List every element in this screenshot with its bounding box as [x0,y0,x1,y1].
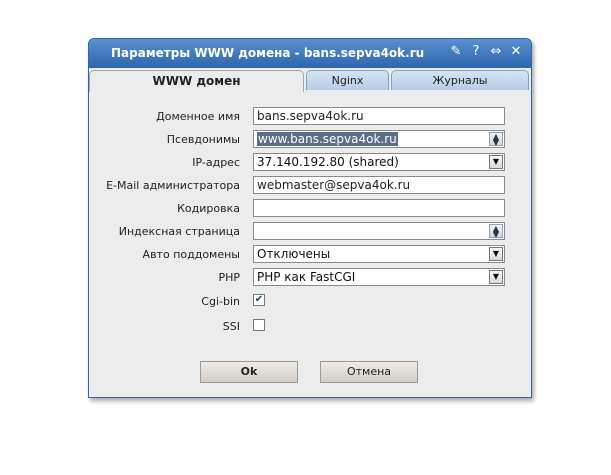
row-admin-email: E-Mail администратора webmaster@sepva4ok… [89,176,531,195]
row-domain-name: Доменное имя bans.sepva4ok.ru [89,107,531,126]
domain-settings-dialog: Параметры WWW домена - bans.sepva4ok.ru … [88,38,532,398]
ssi-checkbox[interactable] [253,319,265,331]
cgi-bin-label: Cgi-bin [201,295,240,308]
encoding-label: Кодировка [177,202,240,215]
row-encoding: Кодировка [89,199,531,218]
index-page-label: Индексная страница [118,225,240,238]
auto-subdomains-label: Авто поддомены [142,248,240,261]
pin-icon[interactable]: ✎ [449,44,463,60]
ok-button[interactable]: Ok [200,361,298,383]
help-icon[interactable]: ? [469,44,483,60]
resize-icon[interactable]: ⇔ [489,44,503,60]
encoding-input[interactable] [253,199,505,217]
php-label: PHP [218,271,240,284]
row-aliases: Псевдонимы www.bans.sepva4ok.ru ▲ ▼ [89,130,531,149]
row-index-page: Индексная страница ▲ ▼ [89,222,531,241]
ssi-label: SSI [222,320,240,333]
row-cgi-bin: Cgi-bin ✔ [89,292,531,311]
tab-bar: WWW домен Nginx Журналы [89,70,531,92]
row-ip-address: IP-адрес 37.140.192.80 (shared) ▼ [89,153,531,172]
titlebar[interactable]: Параметры WWW домена - bans.sepva4ok.ru … [89,39,531,68]
chevron-down-icon[interactable]: ▼ [489,247,503,261]
domain-name-input[interactable]: bans.sepva4ok.ru [253,107,505,125]
php-value: PHP как FastCGI [257,270,356,284]
tab-logs[interactable]: Журналы [391,70,529,90]
ip-address-value: 37.140.192.80 (shared) [257,155,399,169]
titlebar-icons: ✎ ? ⇔ ✕ [449,44,523,60]
aliases-value: www.bans.sepva4ok.ru [257,132,398,146]
chevron-down-icon[interactable]: ▼ [489,155,503,169]
admin-email-input[interactable]: webmaster@sepva4ok.ru [253,176,505,194]
auto-subdomains-select[interactable]: Отключены ▼ [253,245,505,263]
domain-name-label: Доменное имя [156,110,240,123]
row-php: PHP PHP как FastCGI ▼ [89,268,531,287]
admin-email-label: E-Mail администратора [106,179,240,192]
close-icon[interactable]: ✕ [509,44,523,60]
row-ssi: SSI [89,317,531,336]
cancel-button[interactable]: Отмена [320,361,418,383]
dialog-title: Параметры WWW домена - bans.sepva4ok.ru [111,46,425,60]
index-page-input[interactable]: ▲ ▼ [253,222,505,240]
aliases-label: Псевдонимы [166,133,240,146]
index-page-spin-icon[interactable]: ▲ ▼ [489,224,503,239]
tab-www-domain[interactable]: WWW домен [89,70,304,92]
php-select[interactable]: PHP как FastCGI ▼ [253,268,505,286]
tab-nginx[interactable]: Nginx [306,70,389,90]
ip-address-select[interactable]: 37.140.192.80 (shared) ▼ [253,153,505,171]
chevron-down-icon[interactable]: ▼ [489,270,503,284]
ip-address-label: IP-адрес [192,156,240,169]
cgi-bin-checkbox[interactable]: ✔ [253,294,265,306]
row-auto-subdomains: Авто поддомены Отключены ▼ [89,245,531,264]
auto-subdomains-value: Отключены [257,247,331,261]
aliases-input[interactable]: www.bans.sepva4ok.ru ▲ ▼ [253,130,505,148]
aliases-spin-icon[interactable]: ▲ ▼ [489,132,503,147]
